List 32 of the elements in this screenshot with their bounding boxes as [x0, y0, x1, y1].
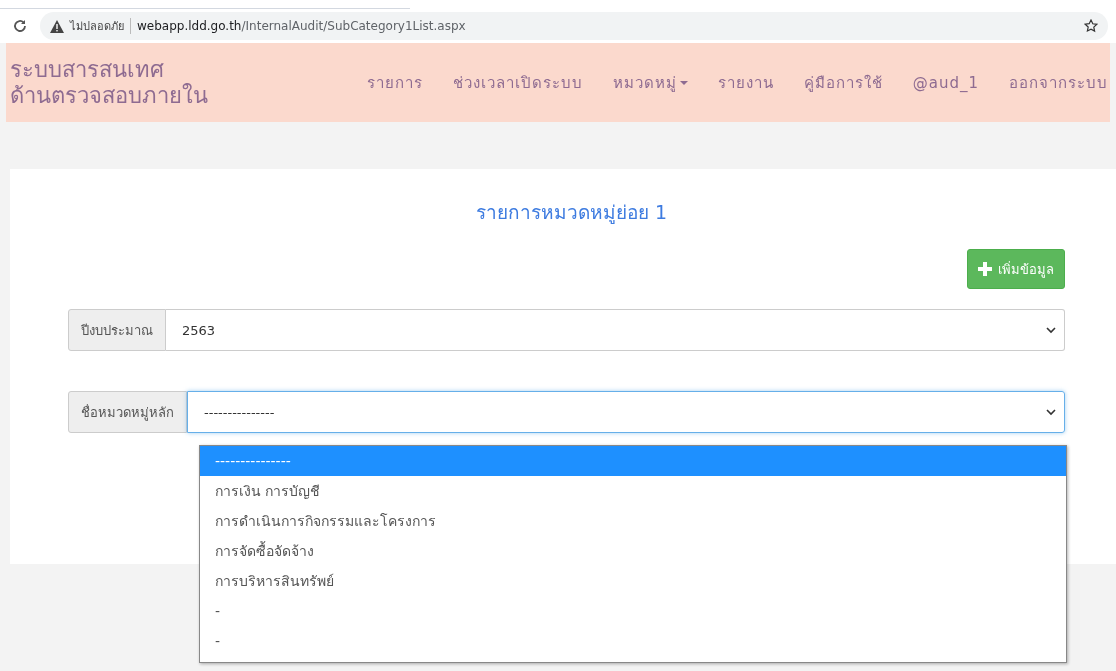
add-button[interactable]: เพิ่มข้อมูล	[967, 249, 1065, 289]
nav-link[interactable]: รายงาน	[717, 70, 774, 95]
field-label: ปีงบประมาณ	[68, 309, 166, 351]
select-field[interactable]: ---------------	[187, 391, 1065, 433]
field-label: ชื่อหมวดหมู่หลัก	[68, 391, 187, 433]
dropdown-option[interactable]: ---------------	[200, 446, 1066, 476]
dropdown-option[interactable]: การเงิน การบัญชี	[200, 476, 1066, 506]
brand-title[interactable]: ระบบสารสนเทศ	[10, 56, 208, 83]
reload-icon[interactable]	[12, 18, 28, 34]
chevron-down-icon	[1046, 408, 1056, 416]
warning-icon	[50, 19, 64, 33]
url-text: webapp.ldd.go.th/InternalAudit/SubCategory1List.aspx	[137, 19, 466, 33]
nav-link[interactable]: ออกจากระบบ	[1009, 70, 1108, 95]
nav-link[interactable]: คู่มือการใช้	[803, 70, 883, 95]
caret-icon	[679, 80, 688, 85]
page-title: รายการหมวดหมู่ย่อย 1	[475, 200, 668, 226]
dropdown-option[interactable]: -	[200, 596, 1066, 626]
brand-title[interactable]: ด้านตรวจสอบภายใน	[10, 82, 208, 109]
select-field[interactable]: 2563	[166, 309, 1065, 351]
star-icon[interactable]	[1084, 19, 1098, 33]
address-bar[interactable]: ไม่ปลอดภัย webapp.ldd.go.th/InternalAudit/SubCategory1List.aspx	[40, 12, 1108, 40]
dropdown-option[interactable]: การดำเนินการกิจกรรมและโครงการ	[200, 506, 1066, 536]
chevron-down-icon	[1046, 326, 1056, 334]
dropdown-option[interactable]: การจัดซื้อจัดจ้าง	[200, 536, 1066, 566]
nav-link[interactable]: หมวดหมู่	[612, 70, 688, 95]
plus-icon	[978, 262, 992, 276]
nav-link[interactable]: ช่วงเวลาเปิดระบบ	[452, 70, 583, 95]
security-label: ไม่ปลอดภัย	[70, 19, 124, 35]
nav-link[interactable]: รายการ	[366, 70, 423, 95]
nav-link[interactable]: @aud_1	[912, 73, 979, 92]
dropdown-option[interactable]: -	[200, 626, 1066, 656]
dropdown-option[interactable]: การบริหารสินทรัพย์	[200, 566, 1066, 596]
